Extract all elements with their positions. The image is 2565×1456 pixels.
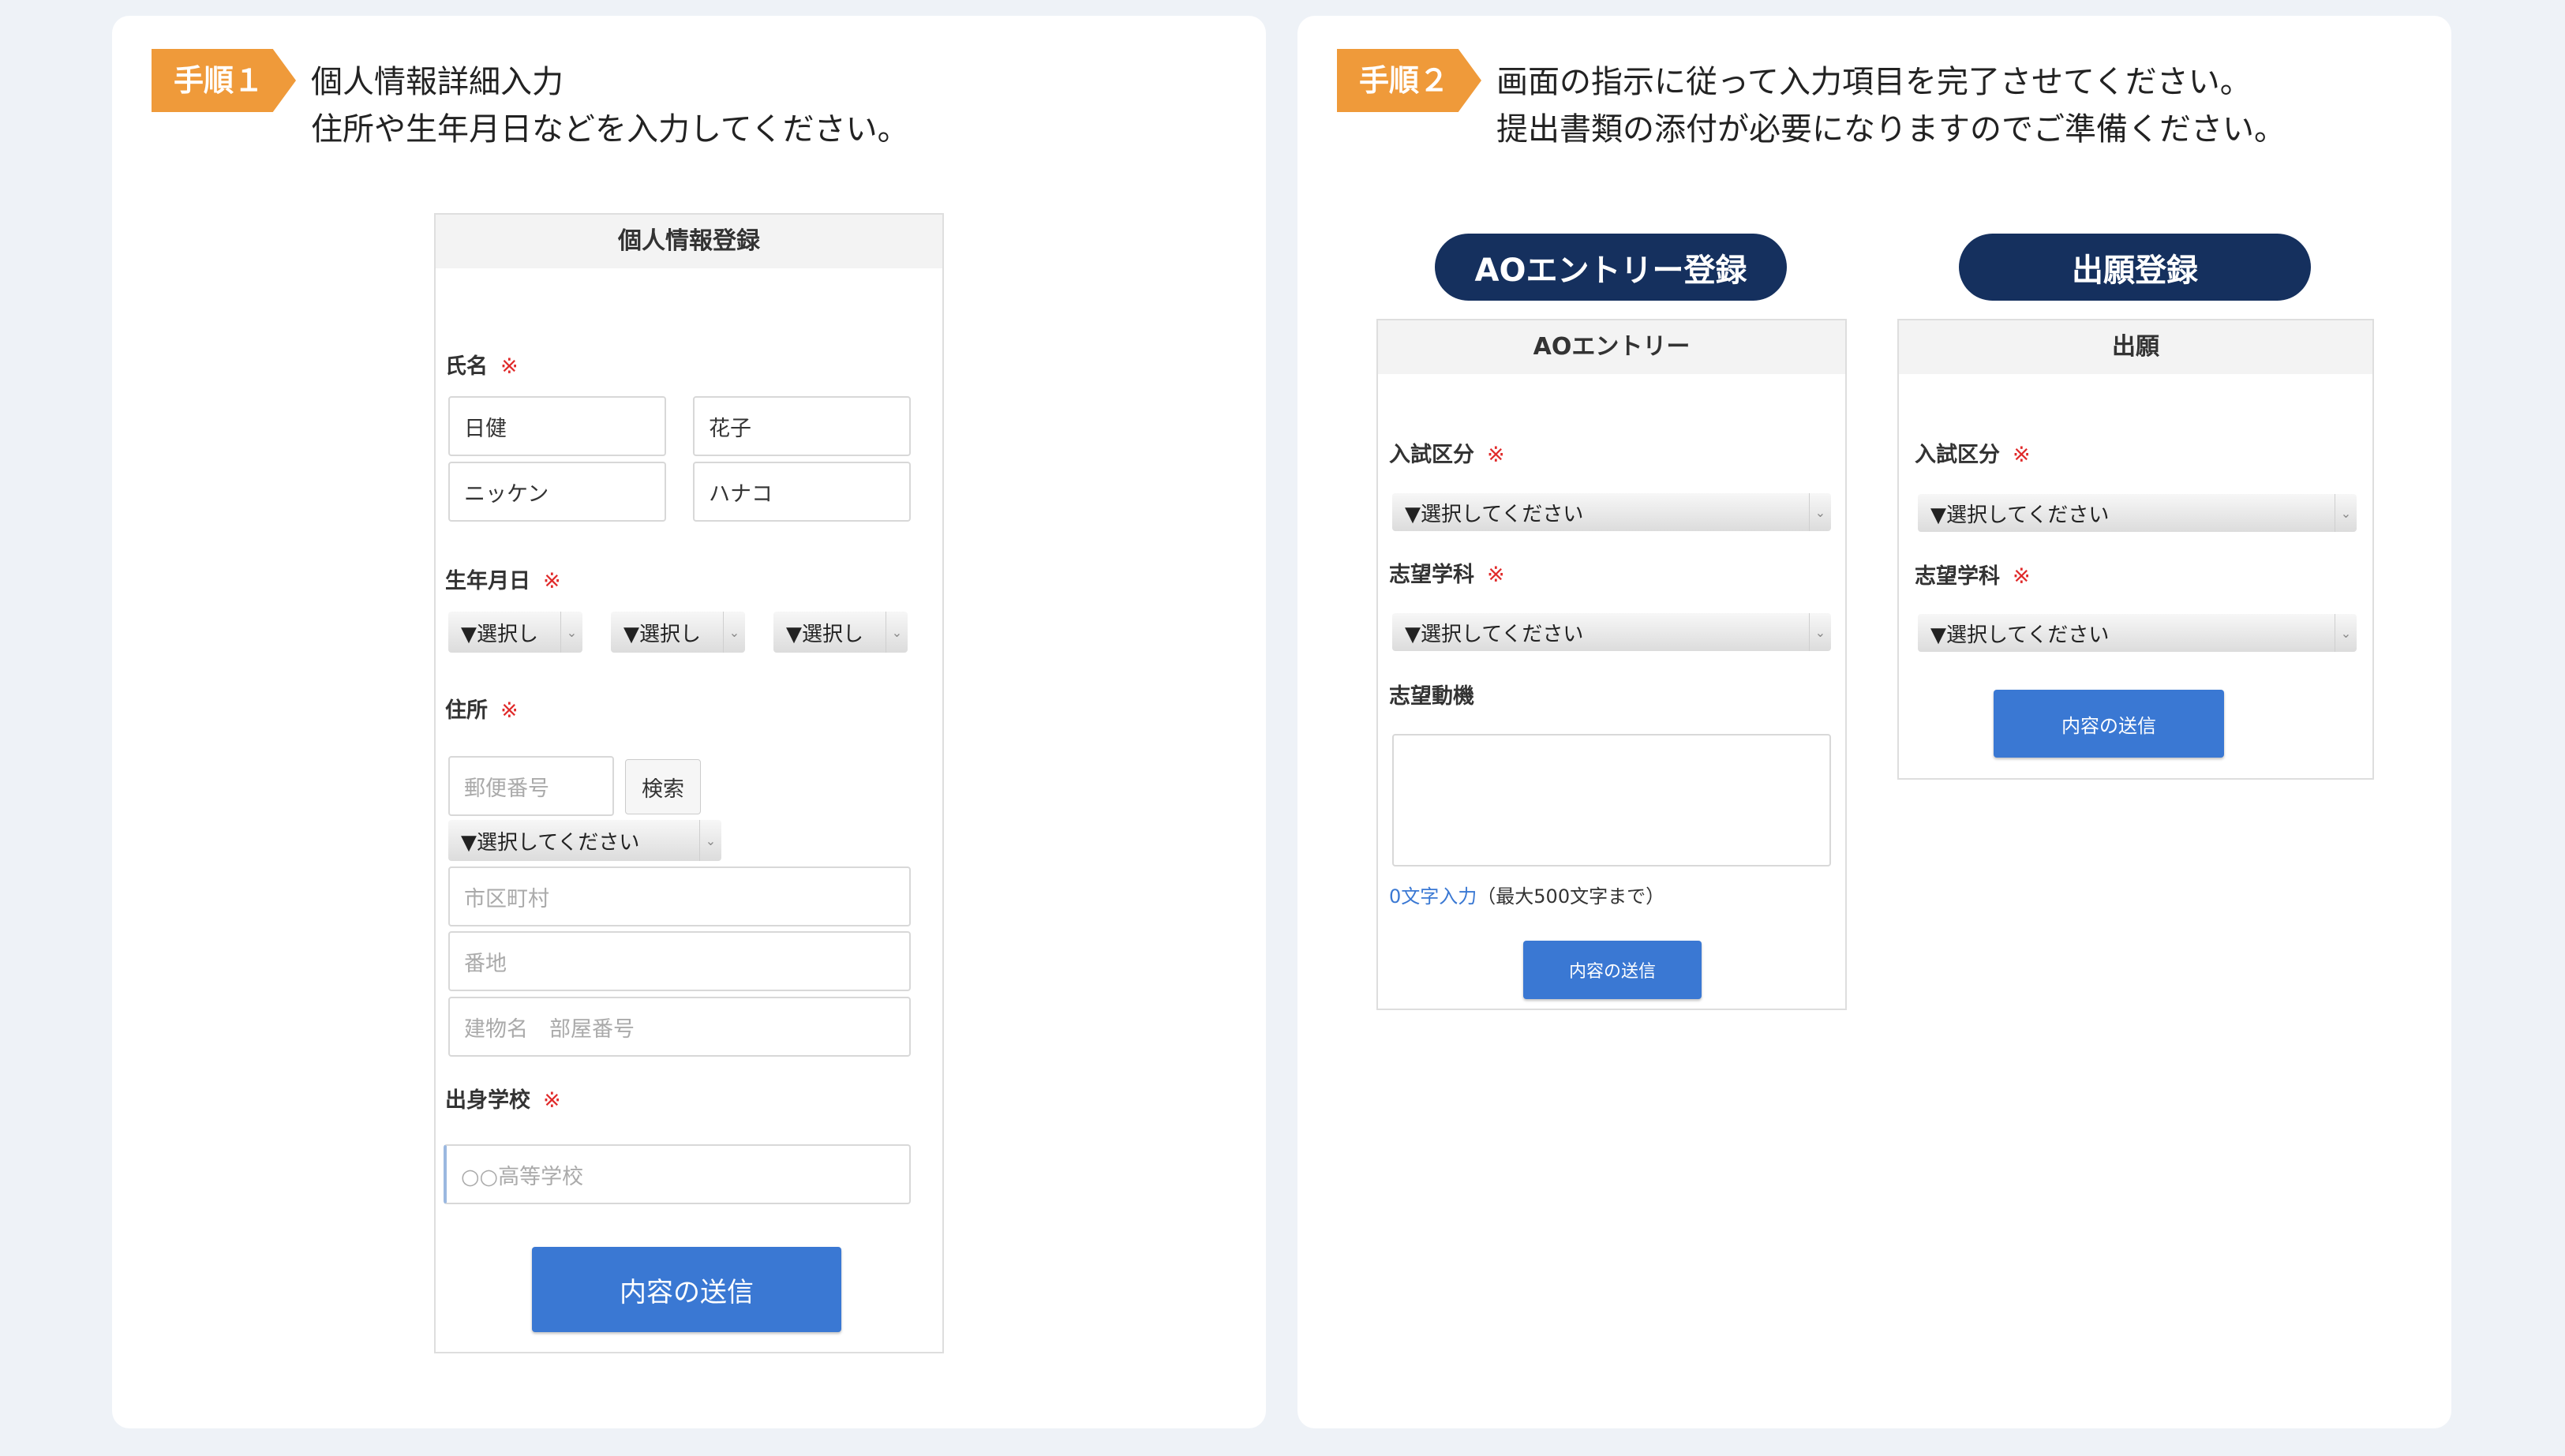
search-button[interactable]: 検索	[625, 759, 701, 814]
step2-badge: 手順２	[1337, 49, 1481, 112]
step1-badge: 手順１	[152, 49, 296, 112]
chevron-down-icon: ⌄	[723, 612, 745, 653]
chevron-down-icon: ⌄	[560, 612, 582, 653]
birthdate-label: 生年月日 ※	[445, 563, 561, 594]
chevron-down-icon: ⌄	[886, 612, 908, 653]
exam-type-label: 入試区分 ※	[1915, 437, 2031, 468]
required-mark: ※	[543, 1088, 561, 1113]
chevron-down-icon: ⌄	[1809, 493, 1831, 531]
postal-code-input[interactable]: 郵便番号	[448, 756, 614, 816]
birth-month-select-value: ▼選択し	[623, 622, 701, 646]
first-name-field[interactable]: 花子	[693, 396, 911, 456]
char-counter: 0文字入力（最大500文字まで）	[1389, 881, 1664, 908]
school-label-text: 出身学校	[445, 1088, 530, 1113]
birth-day-select-value: ▼選択し	[786, 622, 863, 646]
address-label-text: 住所	[445, 698, 488, 723]
ao-entry-form-title: AOエントリー	[1378, 320, 1845, 374]
step1-instructions: 個人情報詳細入力 住所や生年月日などを入力してください。	[311, 58, 909, 153]
char-limit: （最大500文字まで）	[1477, 885, 1665, 908]
department-label-text: 志望学科	[1389, 563, 1474, 587]
step1-card: 手順１ 個人情報詳細入力 住所や生年月日などを入力してください。 個人情報登録 …	[112, 16, 1266, 1428]
department-label: 志望学科 ※	[1389, 557, 1505, 588]
personal-info-form-title: 個人情報登録	[436, 215, 942, 268]
char-count: 0文字入力	[1389, 885, 1477, 908]
step2-instructions: 画面の指示に従って入力項目を完了させてください。 提出書類の添付が必要になります…	[1496, 58, 2286, 153]
required-mark: ※	[500, 698, 519, 723]
application-register-pill: 出願登録	[1959, 234, 2311, 301]
required-mark: ※	[1487, 563, 1505, 587]
ao-entry-form: AOエントリー 入試区分 ※ ▼選択してください ⌄ 志望学科 ※ ▼選択してください…	[1376, 319, 1847, 1010]
department-select[interactable]: ▼選択してください ⌄	[1918, 614, 2357, 652]
exam-type-label-text: 入試区分	[1389, 443, 1474, 467]
department-select-value: ▼選択してください	[1930, 623, 2110, 647]
birth-year-select-value: ▼選択し	[461, 622, 538, 646]
chevron-down-icon: ⌄	[2335, 494, 2357, 532]
apply-submit-button[interactable]: 内容の送信	[1994, 690, 2224, 758]
personal-info-form: 個人情報登録 氏名 ※ 日健 花子 ニッケン ハナコ 生年月日 ※ ▼選択し ⌄ ▼選…	[434, 213, 944, 1353]
name-label: 氏名 ※	[445, 349, 519, 380]
department-select-value: ▼選択してください	[1405, 622, 1584, 646]
birth-month-select[interactable]: ▼選択し ⌄	[611, 612, 745, 653]
step2-title: 画面の指示に従って入力項目を完了させてください。	[1496, 64, 2252, 100]
step1-description: 住所や生年月日などを入力してください。	[311, 111, 909, 148]
department-label: 志望学科 ※	[1915, 559, 2031, 590]
birth-year-select[interactable]: ▼選択し ⌄	[448, 612, 582, 653]
address-label: 住所 ※	[445, 693, 519, 724]
required-mark: ※	[500, 354, 519, 379]
chevron-down-icon: ⌄	[1809, 613, 1831, 651]
exam-type-select[interactable]: ▼選択してください ⌄	[1392, 493, 1831, 531]
building-input[interactable]: 建物名 部屋番号	[448, 997, 911, 1057]
school-label: 出身学校 ※	[445, 1083, 561, 1114]
step1-title: 個人情報詳細入力	[311, 64, 564, 100]
required-mark: ※	[543, 569, 561, 593]
prefecture-select-value: ▼選択してください	[461, 830, 640, 855]
department-label-text: 志望学科	[1915, 564, 2000, 589]
required-mark: ※	[1487, 443, 1505, 467]
ao-entry-register-pill: AOエントリー登録	[1435, 234, 1787, 301]
first-name-kana-field[interactable]: ハナコ	[693, 462, 911, 522]
prefecture-select[interactable]: ▼選択してください ⌄	[448, 820, 721, 861]
school-input[interactable]: ○○高等学校	[444, 1144, 911, 1204]
exam-type-select-value: ▼選択してください	[1930, 503, 2110, 527]
birthdate-label-text: 生年月日	[445, 569, 530, 593]
application-form-title: 出願	[1899, 320, 2372, 374]
chevron-down-icon: ⌄	[2335, 614, 2357, 652]
birth-day-select[interactable]: ▼選択し ⌄	[773, 612, 908, 653]
step2-description: 提出書類の添付が必要になりますのでご準備ください。	[1496, 111, 2286, 148]
motivation-label: 志望動機	[1389, 684, 1474, 709]
required-mark: ※	[2013, 564, 2031, 589]
exam-type-select-value: ▼選択してください	[1405, 502, 1584, 526]
motivation-textarea[interactable]	[1392, 734, 1831, 866]
city-input[interactable]: 市区町村	[448, 866, 911, 926]
submit-button[interactable]: 内容の送信	[532, 1247, 841, 1332]
name-label-text: 氏名	[445, 354, 488, 379]
required-mark: ※	[2013, 443, 2031, 467]
last-name-field[interactable]: 日健	[448, 396, 666, 456]
application-form: 出願 入試区分 ※ ▼選択してください ⌄ 志望学科 ※ ▼選択してください ⌄ 内容の…	[1897, 319, 2374, 780]
ao-submit-button[interactable]: 内容の送信	[1523, 941, 1702, 999]
exam-type-label-text: 入試区分	[1915, 443, 2000, 467]
department-select[interactable]: ▼選択してください ⌄	[1392, 613, 1831, 651]
step2-card: 手順２ 画面の指示に従って入力項目を完了させてください。 提出書類の添付が必要に…	[1297, 16, 2451, 1428]
chevron-down-icon: ⌄	[699, 820, 721, 861]
exam-type-select[interactable]: ▼選択してください ⌄	[1918, 494, 2357, 532]
last-name-kana-field[interactable]: ニッケン	[448, 462, 666, 522]
exam-type-label: 入試区分 ※	[1389, 437, 1505, 468]
street-input[interactable]: 番地	[448, 931, 911, 991]
